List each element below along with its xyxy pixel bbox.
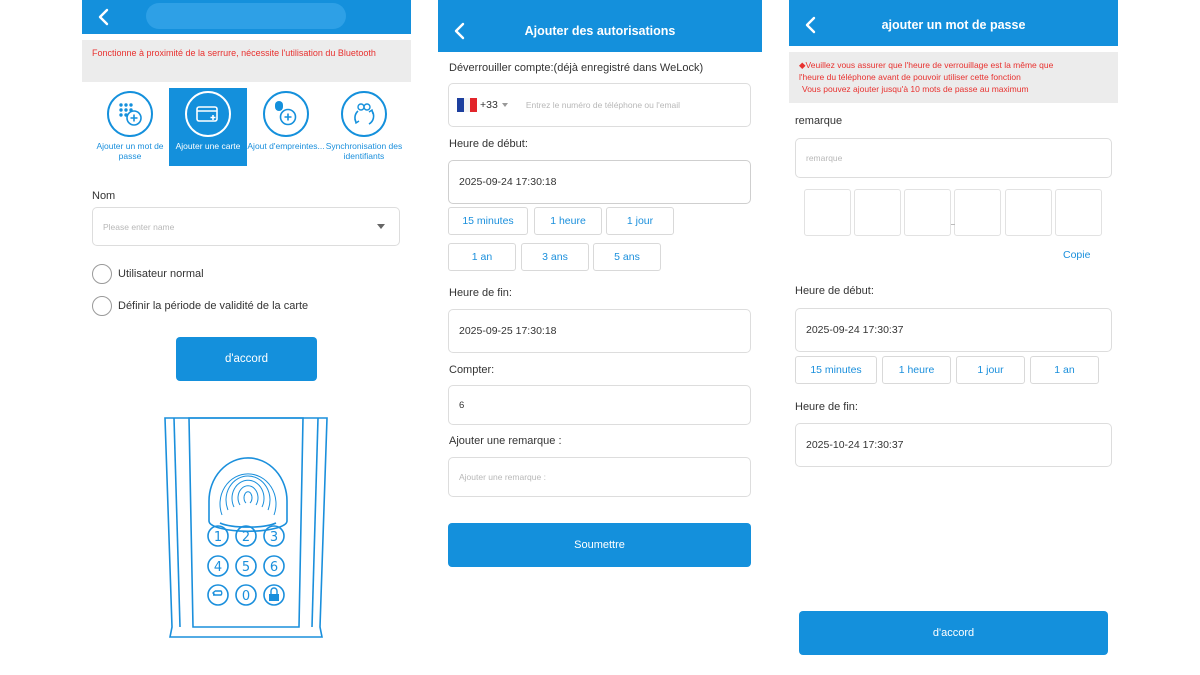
header: ajouter un mot de passe xyxy=(789,0,1118,46)
radio-normal-user-label: Utilisateur normal xyxy=(118,268,204,280)
remark-label: Ajouter une remarque : xyxy=(449,435,562,447)
tab-label: Ajout d'empreintes... xyxy=(247,141,325,151)
back-icon[interactable] xyxy=(94,7,114,27)
duration-15-minutes[interactable]: 15 minutes xyxy=(795,356,877,384)
undo-icon xyxy=(212,590,223,596)
duration-5-years[interactable]: 5 ans xyxy=(593,243,661,271)
svg-text:6: 6 xyxy=(270,560,278,575)
account-label: Déverrouiller compte:(déjà enregistré da… xyxy=(449,62,704,74)
warning-line: l'heure du téléphone avant de pouvoir ut… xyxy=(799,72,1021,82)
radio-normal-user[interactable] xyxy=(92,264,112,284)
caret-down-icon xyxy=(501,103,508,107)
tab-label: Synchronisation des identifiants xyxy=(325,141,403,161)
count-label: Compter: xyxy=(449,364,495,376)
page-title: ajouter un mot de passe xyxy=(881,18,1026,32)
svg-text:5: 5 xyxy=(242,560,250,575)
tab-label: Ajouter un mot de passe xyxy=(96,141,164,161)
tab-add-password[interactable]: Ajouter un mot de passe xyxy=(91,88,169,166)
keypad-plus-icon xyxy=(107,91,153,137)
country-selector[interactable]: +33 xyxy=(457,98,508,112)
caret-down-icon[interactable] xyxy=(377,224,385,230)
duration-1-day[interactable]: 1 jour xyxy=(956,356,1025,384)
header-title-blurred xyxy=(146,3,346,29)
remark-label: remarque xyxy=(795,115,843,127)
phone-input[interactable]: +33 Entrez le numéro de téléphone ou l'e… xyxy=(448,83,751,127)
ok-button[interactable]: d'accord xyxy=(176,337,317,381)
tab-add-card[interactable]: Ajouter une carte xyxy=(169,88,247,166)
add-card-screen: Fonctionne à proximité de la serrure, né… xyxy=(82,0,411,675)
credential-type-tabs: Ajouter un mot de passe Ajouter une cart… xyxy=(82,88,411,168)
warning-line: Vous pouvez ajouter jusqu'à 10 mots de p… xyxy=(802,84,1029,94)
tab-add-fingerprint[interactable]: Ajout d'empreintes... xyxy=(247,88,325,166)
ok-button[interactable]: d'accord xyxy=(799,611,1108,655)
name-input[interactable]: Please enter name xyxy=(92,207,400,246)
submit-button[interactable]: Soumettre xyxy=(448,523,751,567)
start-time-label: Heure de début: xyxy=(449,138,528,150)
header xyxy=(82,0,411,34)
end-time-input[interactable]: 2025-09-25 17:30:18 xyxy=(448,309,751,353)
fingerprint-plus-icon xyxy=(263,91,309,137)
svg-text:4: 4 xyxy=(214,560,222,575)
duration-15-minutes[interactable]: 15 minutes xyxy=(448,207,528,235)
duration-1-day[interactable]: 1 jour xyxy=(606,207,674,235)
duration-1-hour[interactable]: 1 heure xyxy=(534,207,602,235)
name-label: Nom xyxy=(92,190,116,202)
start-time-label: Heure de début: xyxy=(795,285,874,297)
radio-validity-period[interactable] xyxy=(92,296,112,316)
tab-label: Ajouter une carte xyxy=(175,141,241,151)
svg-text:3: 3 xyxy=(270,530,278,545)
svg-text:2: 2 xyxy=(242,530,250,545)
remark-input[interactable]: remarque xyxy=(795,138,1112,178)
svg-text:0: 0 xyxy=(242,589,250,604)
duration-1-year[interactable]: 1 an xyxy=(1030,356,1099,384)
add-permissions-screen: Ajouter des autorisations Déverrouiller … xyxy=(438,0,762,675)
phone-placeholder: Entrez le numéro de téléphone ou l'email xyxy=(525,100,681,110)
start-time-input[interactable]: 2025-09-24 17:30:37 xyxy=(795,308,1112,352)
page-title: Ajouter des autorisations xyxy=(524,24,676,38)
time-sync-warning: ◆Veuillez vous assurer que l'heure de ve… xyxy=(789,52,1118,103)
count-input[interactable]: 6 xyxy=(448,385,751,425)
padlock-icon xyxy=(269,587,279,601)
warning-line: ◆Veuillez vous assurer que l'heure de ve… xyxy=(799,60,1054,70)
lock-keypad-illustration: 1 2 3 4 5 6 0 xyxy=(164,417,328,638)
name-placeholder: Please enter name xyxy=(103,221,175,232)
pin-digit-box[interactable] xyxy=(904,189,951,236)
card-plus-icon xyxy=(185,91,231,137)
duration-1-hour[interactable]: 1 heure xyxy=(882,356,951,384)
bluetooth-warning: Fonctionne à proximité de la serrure, né… xyxy=(82,40,411,82)
end-time-label: Heure de fin: xyxy=(795,401,858,413)
pin-digit-box[interactable] xyxy=(854,189,901,236)
pin-digit-box[interactable] xyxy=(804,189,851,236)
svg-text:1: 1 xyxy=(214,530,222,545)
start-time-input[interactable]: 2025-09-24 17:30:18 xyxy=(448,160,751,204)
radio-validity-period-label: Définir la période de validité de la car… xyxy=(118,300,309,312)
pin-digit-box[interactable] xyxy=(954,189,1001,236)
header: Ajouter des autorisations xyxy=(438,0,762,52)
country-code: +33 xyxy=(480,99,498,111)
duration-1-year[interactable]: 1 an xyxy=(448,243,516,271)
end-time-input[interactable]: 2025-10-24 17:30:37 xyxy=(795,423,1112,467)
tab-sync-credentials[interactable]: Synchronisation des identifiants xyxy=(325,88,403,166)
sync-users-icon xyxy=(341,91,387,137)
remark-input[interactable]: Ajouter une remarque : xyxy=(448,457,751,497)
pin-separator xyxy=(951,224,955,225)
france-flag-icon xyxy=(457,98,477,112)
pin-digit-box[interactable] xyxy=(1055,189,1102,236)
copy-link[interactable]: Copie xyxy=(1063,249,1090,261)
pin-digit-box[interactable] xyxy=(1005,189,1052,236)
duration-3-years[interactable]: 3 ans xyxy=(521,243,589,271)
add-password-screen: ajouter un mot de passe ◆Veuillez vous a… xyxy=(789,0,1118,675)
end-time-label: Heure de fin: xyxy=(449,287,512,299)
